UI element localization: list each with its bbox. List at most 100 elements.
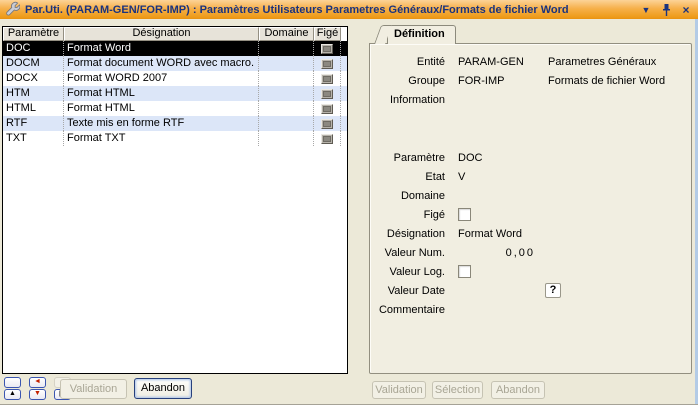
entite-code: PARAM-GEN — [458, 56, 548, 68]
table-row[interactable]: DOCX Format WORD 2007 — [3, 71, 347, 86]
table-row[interactable]: DOC Format Word — [3, 41, 347, 56]
cell-domaine — [259, 41, 314, 56]
field-valeur-num: Valeur Num. 0,00 — [370, 243, 691, 262]
cell-fige — [314, 86, 341, 101]
table-row[interactable]: HTML Format HTML — [3, 101, 347, 116]
header-designation[interactable]: Désignation — [64, 27, 259, 41]
cell-parametre: HTM — [3, 86, 64, 101]
abandon-button-left[interactable]: Abandon — [134, 378, 192, 399]
domaine-label: Domaine — [370, 190, 445, 202]
parametre-value: DOC — [458, 152, 482, 164]
cell-fige — [314, 41, 341, 56]
nav-blank-icon[interactable] — [4, 377, 21, 388]
valeur-date-label: Valeur Date — [370, 285, 445, 297]
close-icon[interactable]: × — [679, 3, 693, 17]
cell-domaine — [259, 71, 314, 86]
cell-fige — [314, 101, 341, 116]
groupe-code: FOR-IMP — [458, 75, 548, 87]
field-etat: Etat V — [370, 167, 691, 186]
header-fige[interactable]: Figé — [314, 27, 341, 41]
table-row[interactable]: TXT Format TXT — [3, 131, 347, 146]
validation-button-left[interactable]: Validation — [60, 379, 127, 399]
table-header-row: Paramètre Désignation Domaine Figé — [3, 27, 347, 41]
cell-designation: Format Word — [64, 41, 259, 56]
parametre-label: Paramètre — [370, 152, 445, 164]
titlebar: Par.Uti. (PARAM-GEN/FOR-IMP) : Paramètre… — [0, 0, 698, 19]
definition-form: Entité PARAM-GEN Parametres Généraux Gro… — [369, 43, 692, 374]
field-commentaire: Commentaire — [370, 300, 691, 319]
valeur-num-value: 0,00 — [458, 247, 535, 259]
cell-parametre: DOCM — [3, 56, 64, 71]
field-domaine: Domaine — [370, 186, 691, 205]
cell-domaine — [259, 116, 314, 131]
commentaire-label: Commentaire — [370, 304, 445, 316]
field-entite: Entité PARAM-GEN Parametres Généraux — [370, 52, 691, 71]
fige-label: Figé — [370, 209, 445, 221]
cell-designation: Format document WORD avec macro. — [64, 56, 259, 71]
field-information: Information — [370, 90, 691, 109]
cell-designation: Format HTML — [64, 86, 259, 101]
date-help-button[interactable]: ? — [545, 283, 561, 298]
valeur-num-label: Valeur Num. — [370, 247, 445, 259]
validation-button-right[interactable]: Validation — [372, 381, 426, 399]
entite-desc: Parametres Généraux — [548, 56, 656, 68]
table-row[interactable]: HTM Format HTML — [3, 86, 347, 101]
fige-checkbox[interactable] — [321, 59, 333, 69]
cell-domaine — [259, 131, 314, 146]
wrench-icon — [5, 1, 20, 19]
cell-designation: Format TXT — [64, 131, 259, 146]
field-fige: Figé — [370, 205, 691, 224]
field-parametre: Paramètre DOC — [370, 148, 691, 167]
groupe-desc: Formats de fichier Word — [548, 75, 665, 87]
parameters-table: Paramètre Désignation Domaine Figé DOC F… — [2, 26, 348, 374]
cell-designation: Format WORD 2007 — [64, 71, 259, 86]
window-title: Par.Uti. (PARAM-GEN/FOR-IMP) : Paramètre… — [25, 4, 633, 16]
field-designation: Désignation Format Word — [370, 224, 691, 243]
field-valeur-date: Valeur Date ? — [370, 281, 691, 300]
table-body: DOC Format Word DOCM Format document WOR… — [3, 41, 347, 146]
nav-down-triangle-icon[interactable]: ▼ — [29, 389, 46, 400]
valeur-log-label: Valeur Log. — [370, 266, 445, 278]
cell-designation: Format HTML — [64, 101, 259, 116]
fige-checkbox[interactable] — [321, 104, 333, 114]
cell-parametre: HTML — [3, 101, 64, 116]
cell-parametre: RTF — [3, 116, 64, 131]
cell-parametre: DOC — [3, 41, 64, 56]
designation-label: Désignation — [370, 228, 445, 240]
nav-up-triangle-icon[interactable]: ▲ — [4, 389, 21, 400]
form-spacer — [370, 109, 691, 148]
fige-checkbox[interactable] — [321, 134, 333, 144]
fige-form-checkbox[interactable] — [458, 208, 471, 221]
nav-red-arrow-icon[interactable]: ◄ — [29, 377, 46, 388]
cell-parametre: TXT — [3, 131, 64, 146]
cell-parametre: DOCX — [3, 71, 64, 86]
cell-fige — [314, 116, 341, 131]
header-domaine[interactable]: Domaine — [259, 27, 314, 41]
information-label: Information — [370, 94, 445, 106]
valeur-log-checkbox[interactable] — [458, 265, 471, 278]
table-row[interactable]: DOCM Format document WORD avec macro. — [3, 56, 347, 71]
header-parametre[interactable]: Paramètre — [3, 27, 64, 41]
selection-button-right[interactable]: Sélection — [432, 381, 483, 399]
cell-fige — [314, 131, 341, 146]
tab-definition[interactable]: Définition — [387, 25, 456, 44]
cell-fige — [314, 71, 341, 86]
groupe-label: Groupe — [370, 75, 445, 87]
fige-checkbox[interactable] — [321, 74, 333, 84]
fige-checkbox[interactable] — [321, 89, 333, 99]
entite-label: Entité — [370, 56, 445, 68]
cell-domaine — [259, 101, 314, 116]
field-groupe: Groupe FOR-IMP Formats de fichier Word — [370, 71, 691, 90]
table-row[interactable]: RTF Texte mis en forme RTF — [3, 116, 347, 131]
etat-value: V — [458, 171, 465, 183]
designation-value: Format Word — [458, 228, 522, 240]
dropdown-arrow-icon[interactable]: ▼ — [639, 3, 653, 17]
abandon-button-right[interactable]: Abandon — [491, 381, 545, 399]
parameter-window: Par.Uti. (PARAM-GEN/FOR-IMP) : Paramètre… — [0, 0, 698, 405]
cell-domaine — [259, 86, 314, 101]
etat-label: Etat — [370, 171, 445, 183]
fige-checkbox[interactable] — [321, 44, 333, 54]
cell-domaine — [259, 56, 314, 71]
pin-icon[interactable] — [659, 3, 673, 17]
fige-checkbox[interactable] — [321, 119, 333, 129]
